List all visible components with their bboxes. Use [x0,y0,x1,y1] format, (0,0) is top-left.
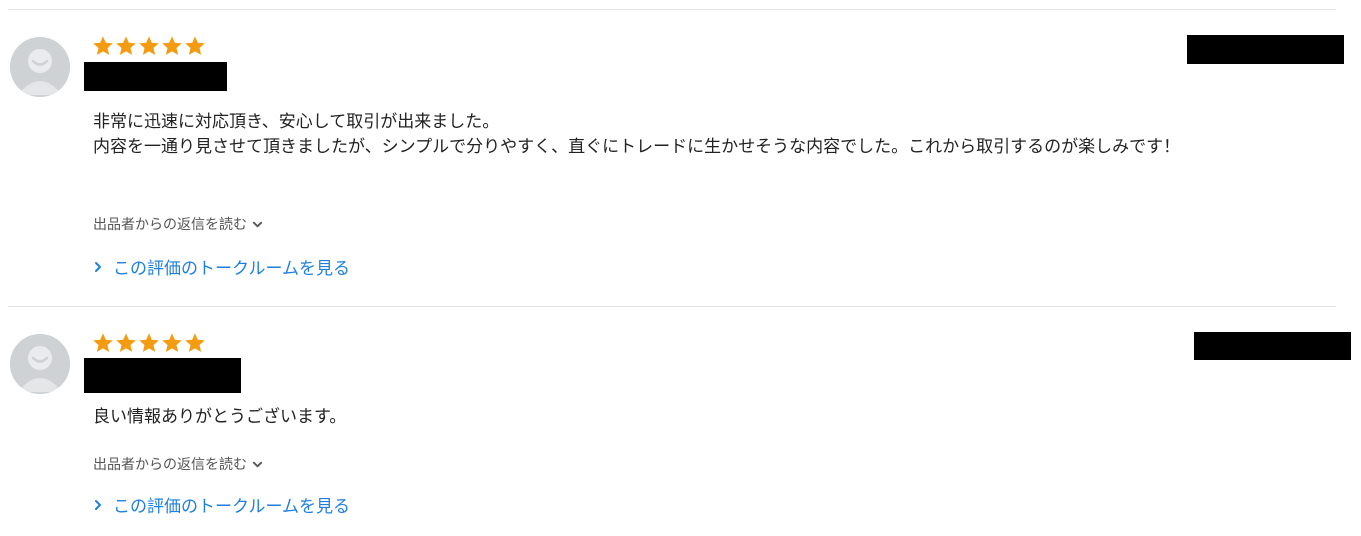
user-avatar-icon [10,334,70,394]
redacted-username [84,62,227,91]
star-icon [139,36,159,55]
star-icon [162,36,182,55]
star-icon [185,333,205,352]
comment-line: 良い情報ありがとうございます。 [93,407,347,427]
comment-line: 非常に迅速に対応頂き、安心して取引が出来ました。 [93,112,500,132]
redacted-date [1187,35,1344,64]
redacted-username [84,358,241,393]
chevron-down-icon [252,461,263,467]
star-icon [162,333,182,352]
chevron-right-icon [95,261,101,272]
view-talkroom-label: この評価のトークルームを見る [113,497,350,517]
view-talkroom-link[interactable]: この評価のトークルームを見る [93,492,350,517]
avatar [10,37,70,97]
star-icon [185,36,205,55]
review-comment: 非常に迅速に対応頂き、安心して取引が出来ました。 内容を一通り見させて頂きました… [93,110,1318,160]
read-reply-label: 出品者からの返信を読む [93,217,247,233]
review-divider [8,306,1336,307]
star-icon [93,333,113,352]
read-reply-toggle[interactable]: 出品者からの返信を読む [93,454,263,474]
chevron-right-icon [95,499,101,510]
avatar [10,334,70,394]
user-avatar-icon [10,37,70,97]
read-reply-toggle[interactable]: 出品者からの返信を読む [93,214,263,234]
chevron-down-icon [252,221,263,227]
redacted-date [1194,332,1351,360]
star-rating [92,35,206,57]
view-talkroom-link[interactable]: この評価のトークルームを見る [93,254,350,279]
view-talkroom-label: この評価のトークルームを見る [113,259,350,279]
top-divider [8,9,1336,10]
read-reply-label: 出品者からの返信を読む [93,457,247,473]
comment-line: 内容を一通り見させて頂きましたが、シンプルで分りやすく、直ぐにトレードに生かせそ… [93,137,1181,157]
star-icon [93,36,113,55]
star-icon [116,36,136,55]
review-comment: 良い情報ありがとうございます。 [93,405,1318,430]
star-icon [116,333,136,352]
star-icon [139,333,159,352]
star-rating [92,332,206,354]
